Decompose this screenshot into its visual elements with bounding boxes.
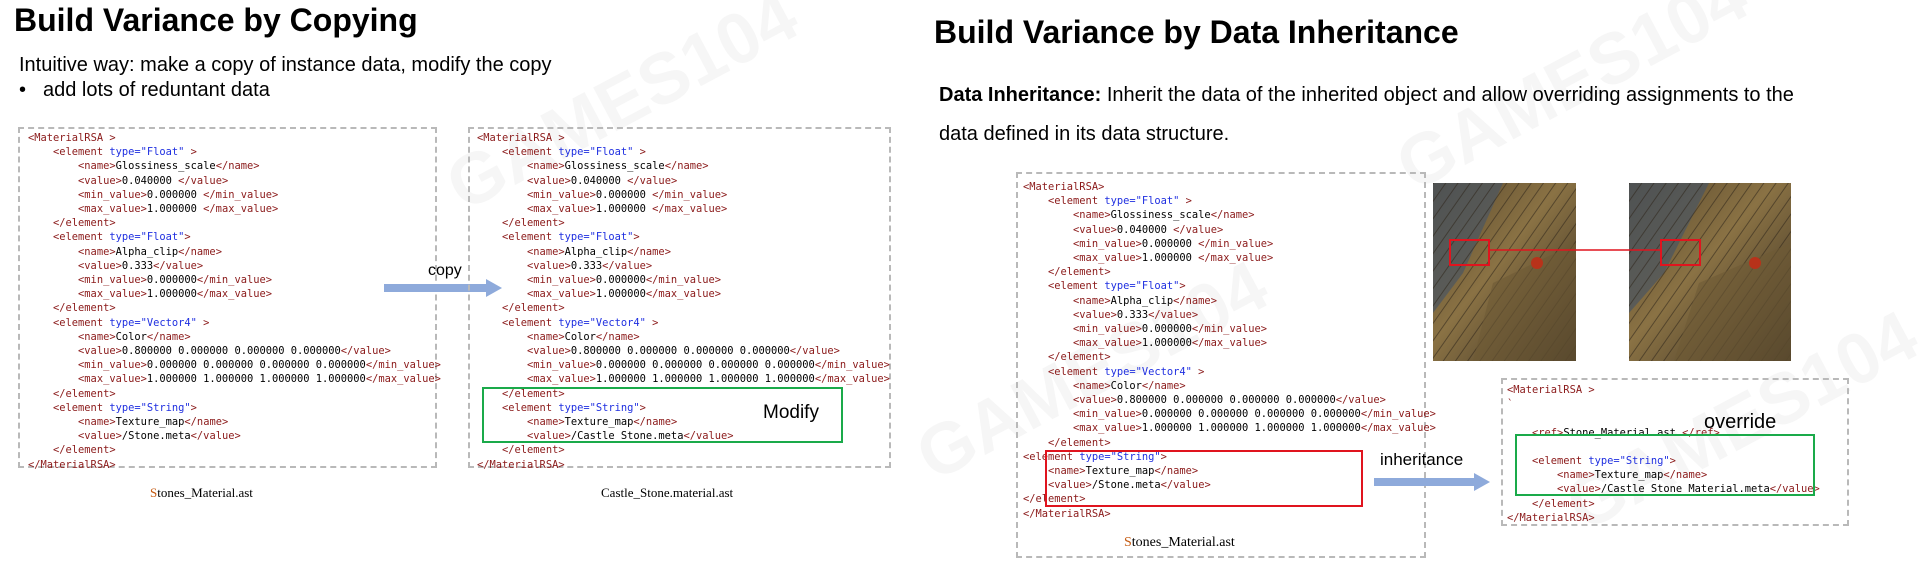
game-screenshot-modified [1629, 183, 1791, 361]
inheritance-arrow [1374, 473, 1490, 491]
left-bullet: add lots of reduntant data [43, 79, 270, 101]
definition-line-2: data defined in its data structure. [939, 123, 1230, 145]
left-intro: Intuitive way: make a copy of instance d… [19, 54, 552, 76]
override-label: override [1704, 411, 1777, 433]
marker-connector-line [1489, 249, 1662, 251]
inherited-element-highlight [1045, 450, 1363, 507]
bullet-marker: • [19, 79, 27, 101]
caption-stones-material: Stones_Material.ast [150, 485, 253, 500]
definition-line-1: Data Inheritance: Inherit the data of th… [939, 84, 1794, 106]
caption-base-material: Stones_Material.ast [1124, 535, 1235, 550]
modify-label: Modify [763, 402, 819, 423]
right-title: Build Variance by Data Inheritance [934, 14, 1459, 50]
left-title: Build Variance by Copying [14, 2, 418, 38]
override-element-highlight [1515, 434, 1815, 496]
xml-code-stones-material: <MaterialRSA > <element type="Float" > <… [28, 132, 441, 471]
inheritance-label: inheritance [1380, 450, 1464, 469]
copy-label: copy [428, 262, 462, 279]
caption-castle-stone: Castle_Stone.material.ast [601, 485, 734, 500]
game-screenshot-original [1433, 183, 1576, 361]
